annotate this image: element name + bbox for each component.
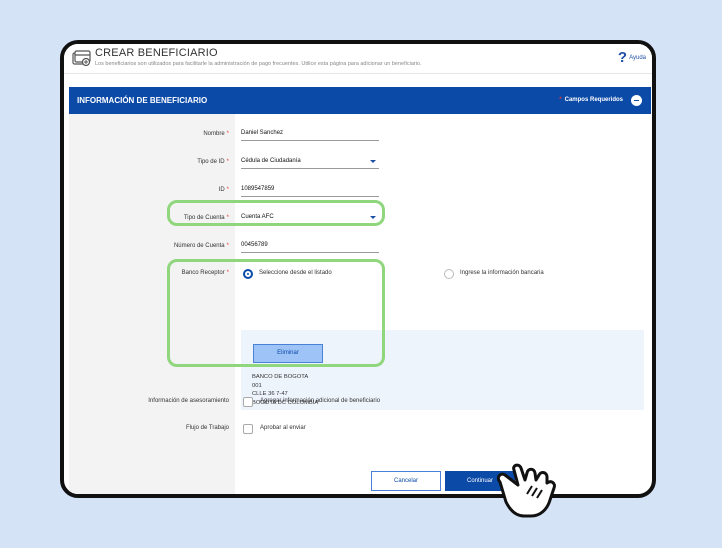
radio-enter-bank-info-label: Ingrese la información bancaria: [460, 270, 544, 276]
tipo-id-label: Tipo de ID *: [197, 159, 229, 165]
required-marker: *: [559, 97, 562, 103]
radio-enter-bank-info[interactable]: [444, 269, 454, 279]
bank-name: BANCO DE BOGOTA: [252, 374, 309, 380]
numero-cuenta-input[interactable]: 00456789: [241, 239, 379, 253]
page-header: CREAR BENEFICIARIO Los beneficiarios son…: [64, 44, 652, 74]
page-title: CREAR BENEFICIARIO: [95, 47, 218, 59]
cancel-button[interactable]: Cancelar: [371, 471, 441, 491]
id-input[interactable]: 1089547859: [241, 183, 379, 197]
nombre-input[interactable]: Daniel Sanchez: [241, 127, 379, 141]
flujo-trabajo-label: Flujo de Trabajo: [185, 425, 229, 431]
asesoramiento-checkbox-label: Agregar información adicional de benefic…: [260, 398, 381, 404]
required-fields-label: Campos Requeridos: [564, 97, 623, 103]
help-icon: ?: [617, 49, 628, 66]
nombre-label: Nombre *: [203, 131, 229, 137]
payee-card-icon: [72, 50, 91, 67]
highlight-banco-receptor: [167, 259, 385, 367]
id-label: ID *: [218, 187, 229, 193]
chevron-down-icon: [370, 160, 376, 163]
aprobar-checkbox-label: Aprobar al enviar: [260, 425, 306, 431]
hand-pointer-icon: [496, 463, 556, 518]
section-header: INFORMACIÓN DE BENEFICIARIO * Campos Requ…: [69, 87, 651, 114]
page-subtitle: Los beneficiarios son utilizados para fa…: [95, 61, 422, 67]
bank-code: 001: [252, 382, 262, 389]
tipo-id-select[interactable]: Cédula de Ciudadanía: [241, 155, 379, 169]
numero-cuenta-label: Número de Cuenta *: [173, 243, 229, 249]
help-link[interactable]: ? Ayuda: [618, 50, 646, 65]
section-title: INFORMACIÓN DE BENEFICIARIO: [77, 96, 208, 105]
asesoramiento-label: Información de asesoramiento: [148, 398, 229, 404]
required-fields-note: * Campos Requeridos: [559, 97, 623, 103]
help-label: Ayuda: [629, 54, 646, 61]
asesoramiento-checkbox[interactable]: [243, 397, 253, 407]
aprobar-checkbox[interactable]: [243, 424, 253, 434]
highlight-tipo-cuenta: [167, 200, 385, 226]
minus-circle-icon[interactable]: [631, 95, 642, 106]
